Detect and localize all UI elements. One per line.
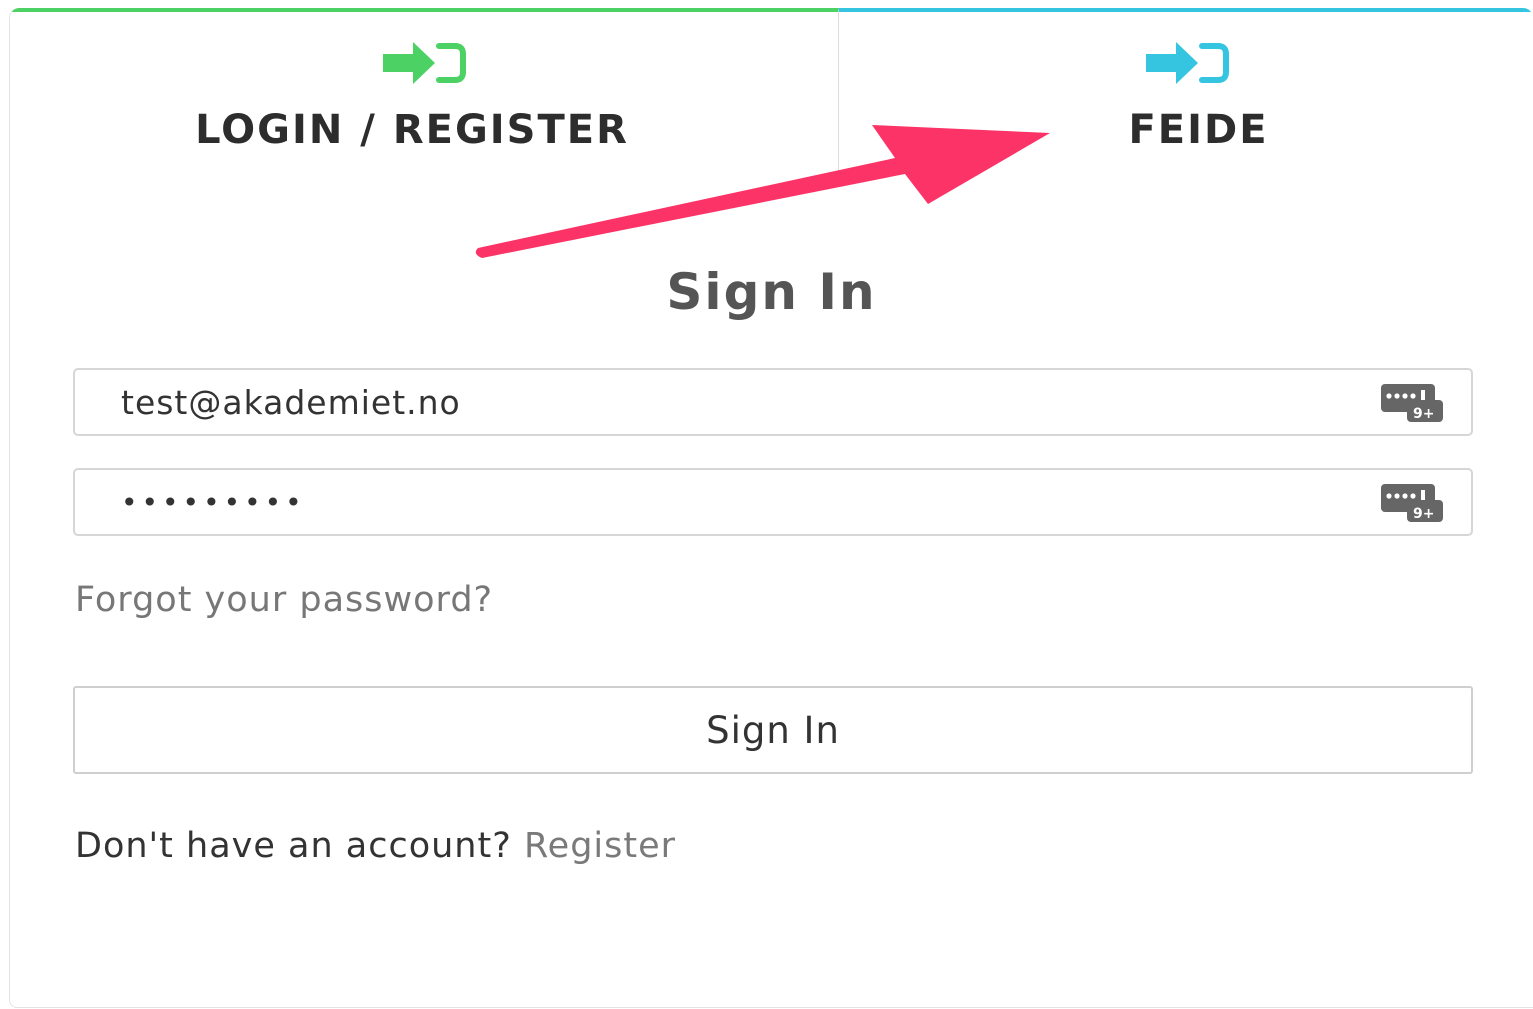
keyboard-icon: 9+ xyxy=(1381,484,1443,522)
sign-in-button[interactable]: Sign In xyxy=(73,686,1473,774)
register-link[interactable]: Register xyxy=(524,826,676,866)
svg-text:9+: 9+ xyxy=(1413,406,1434,422)
login-card: LOGIN / REGISTER FEIDE Sign In 9+ xyxy=(9,8,1533,1008)
tab-login-register[interactable]: LOGIN / REGISTER xyxy=(10,8,839,173)
sign-in-icon xyxy=(1146,42,1229,84)
svg-text:9+: 9+ xyxy=(1413,506,1434,522)
page-title: Sign In xyxy=(666,263,877,321)
register-prompt: Don't have an account? Register xyxy=(75,826,676,866)
keyboard-icon: 9+ xyxy=(1381,384,1443,422)
password-field[interactable]: 9+ xyxy=(73,468,1473,536)
register-prompt-text: Don't have an account? xyxy=(75,826,512,866)
email-input[interactable] xyxy=(121,370,1361,434)
tab-bar: LOGIN / REGISTER FEIDE xyxy=(10,8,1533,173)
tab-feide-label: FEIDE xyxy=(1128,107,1269,153)
forgot-password-link[interactable]: Forgot your password? xyxy=(75,580,493,620)
tab-login-register-label: LOGIN / REGISTER xyxy=(195,107,629,153)
password-input[interactable] xyxy=(121,470,1361,534)
sign-in-icon xyxy=(383,42,466,84)
email-field[interactable]: 9+ xyxy=(73,368,1473,436)
tab-feide[interactable]: FEIDE xyxy=(839,8,1533,173)
